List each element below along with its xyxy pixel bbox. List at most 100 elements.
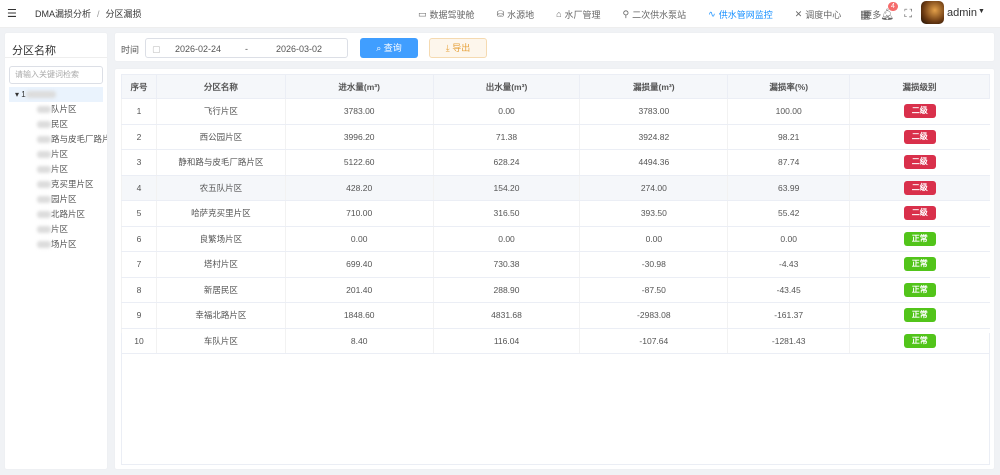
column-header: 分区名称 <box>155 74 286 99</box>
tree-item[interactable]: 北路片区 <box>5 207 107 222</box>
level-badge: 二级 <box>903 129 936 144</box>
breadcrumb-sep: / <box>97 9 100 19</box>
table-cell: 正常 <box>849 277 990 303</box>
nav-item[interactable]: ✕ 调度中心 <box>795 8 842 21</box>
table-row[interactable]: 4 农五队片区 428.20 154.20 274.00 63.99 二级 <box>121 175 990 201</box>
search-input[interactable]: 请输入关键词检索 <box>9 66 103 84</box>
water-source-icon: ⛁ <box>496 8 505 19</box>
avatar[interactable] <box>921 1 944 24</box>
table-row[interactable]: 7 塔村片区 699.40 730.38 -30.98 -4.43 正常 <box>121 251 990 278</box>
level-badge: 二级 <box>903 104 936 119</box>
time-label: 时间 <box>121 45 140 55</box>
download-icon: ⤓ <box>445 43 450 53</box>
table-cell: 0.00 <box>432 98 580 125</box>
table-cell: 5122.60 <box>284 149 434 176</box>
column-header: 漏损率(%) <box>727 74 851 99</box>
tree-item[interactable]: 民区 <box>5 117 107 132</box>
table-row[interactable]: 8 新居民区 201.40 288.90 -87.50 -43.45 正常 <box>121 277 990 303</box>
tree-item[interactable]: 克买里片区 <box>5 177 107 192</box>
username[interactable]: admin <box>947 7 977 19</box>
tree-item[interactable]: 片区 <box>5 222 107 237</box>
nav-label: 水源地 <box>507 9 535 20</box>
table-row[interactable]: 9 幸福北路片区 1848.60 4831.68 -2983.08 -161.37 正常 <box>121 302 990 329</box>
table-cell: 正常 <box>849 302 990 329</box>
table-cell: 飞行片区 <box>155 98 286 125</box>
breadcrumb-item[interactable]: DMA漏损分析 <box>35 9 91 19</box>
query-button[interactable]: ⌕ 查询 <box>360 38 418 58</box>
table-cell: 3996.20 <box>284 124 434 150</box>
table-cell: 4831.68 <box>432 302 580 329</box>
nav-label: 供水管网监控 <box>718 9 773 20</box>
tree-item[interactable]: 园片区 <box>5 192 107 207</box>
notification-badge: 4 <box>888 2 898 11</box>
table-cell: 3 <box>121 149 157 176</box>
table-cell: 4 <box>121 175 157 201</box>
fullscreen-icon[interactable]: ⛶ <box>904 8 912 21</box>
table-cell: 农五队片区 <box>155 175 286 201</box>
table-cell: 2 <box>121 124 157 150</box>
table-cell: 100.00 <box>727 98 850 125</box>
table-row[interactable]: 5 哈萨克买里片区 710.00 316.50 393.50 55.42 二级 <box>121 200 990 227</box>
table-cell: 699.40 <box>284 251 434 278</box>
nav-item[interactable]: ∿ 供水管网监控 <box>708 8 773 21</box>
table-cell: 8 <box>121 277 157 303</box>
tree-item-label: 北路片区 <box>51 209 86 219</box>
sidebar: 分区名称 请输入关键词检索 ▾ 1 队片区 民区 路与皮毛厂路片 片区 片区 克买里片区园… <box>4 32 108 470</box>
table-row[interactable]: 1 飞行片区 3783.00 0.00 3783.00 100.00 二级 <box>121 98 990 125</box>
level-badge: 正常 <box>903 308 936 323</box>
table-cell: -30.98 <box>579 251 728 278</box>
end-date[interactable]: 2026-03-02 <box>276 44 322 54</box>
table-cell: 西公园片区 <box>155 124 286 150</box>
top-nav: ▭ 数据驾驶舱 ⛁ 水源地 ⌂ 水厂管理 ⚲ 二次供水泵站 ∿ 供水管网监控 ✕ 调度中心 更多 ⌄ <box>418 0 914 28</box>
table-row[interactable]: 3 静和路与皮毛厂路片区 5122.60 628.24 4494.36 87.74 二级 <box>121 149 990 176</box>
table-cell: -4.43 <box>727 251 850 278</box>
table-cell: -161.37 <box>727 302 850 329</box>
export-button[interactable]: ⤓ 导出 <box>429 38 487 58</box>
tree-item[interactable]: 场片区 <box>5 237 107 252</box>
tree-item-label: 路与皮毛厂路片 <box>51 134 107 144</box>
table-cell: 7 <box>121 251 157 278</box>
tree-item[interactable]: 片区 <box>5 162 107 177</box>
table-cell: 0.00 <box>727 226 850 252</box>
table-cell: -87.50 <box>579 277 728 303</box>
table-cell: 55.42 <box>727 200 850 227</box>
caret-down-icon[interactable]: ▾ <box>15 90 19 99</box>
table-cell: 428.20 <box>284 175 434 201</box>
table-cell: 154.20 <box>432 175 580 201</box>
nav-item[interactable]: ⚲ 二次供水泵站 <box>623 8 687 21</box>
tree-item[interactable]: 片区 <box>5 147 107 162</box>
caret-down-icon[interactable]: ▼ <box>978 8 985 15</box>
tree-item-label: 片区 <box>51 224 69 234</box>
level-badge: 二级 <box>903 155 936 170</box>
table-cell: 710.00 <box>284 200 434 227</box>
table-panel: 序号 分区名称 进水量(m³) 出水量(m³) 漏损量(m³) 漏损率(%) 漏损级别 1飞… <box>114 68 995 470</box>
level-badge: 正常 <box>903 231 936 246</box>
table-cell: 1 <box>121 98 157 125</box>
date-range-picker[interactable]: ▢ 2026-02-24 - 2026-03-02 <box>145 38 348 58</box>
table-cell: 730.38 <box>432 251 580 278</box>
table-cell: 628.24 <box>432 149 580 176</box>
nav-item[interactable]: ⛁ 水源地 <box>497 8 535 21</box>
start-date[interactable]: 2026-02-24 <box>175 44 221 54</box>
tree-item[interactable]: 路与皮毛厂路片 <box>5 132 107 147</box>
tree-root[interactable]: ▾ 1 <box>9 87 103 102</box>
nav-item[interactable]: ▭ 数据驾驶舱 <box>418 8 475 21</box>
table-cell: 71.38 <box>432 124 580 150</box>
nav-label: 数据驾驶舱 <box>429 9 475 20</box>
table-row[interactable]: 6 良繁场片区 0.00 0.00 0.00 0.00 正常 <box>121 226 990 252</box>
menu-toggle-icon[interactable]: ☰ <box>7 7 19 20</box>
table-row[interactable]: 2 西公园片区 3996.20 71.38 3924.82 98.21 二级 <box>121 124 990 150</box>
apps-grid-icon[interactable]: ▦ <box>860 8 870 21</box>
table-cell: 6 <box>121 226 157 252</box>
nav-item[interactable]: ⌂ 水厂管理 <box>556 8 600 21</box>
table-cell: 幸福北路片区 <box>155 302 286 329</box>
table-cell: 3924.82 <box>579 124 728 150</box>
tree-item[interactable]: 队片区 <box>5 102 107 117</box>
table-cell: 63.99 <box>727 175 850 201</box>
table-cell: 3783.00 <box>284 98 434 125</box>
tree-item-label: 园片区 <box>51 194 77 204</box>
table-cell: 正常 <box>849 251 990 278</box>
table-cell: 0.00 <box>579 226 728 252</box>
table-cell: 87.74 <box>727 149 850 176</box>
table-cell: 塔村片区 <box>155 251 286 278</box>
